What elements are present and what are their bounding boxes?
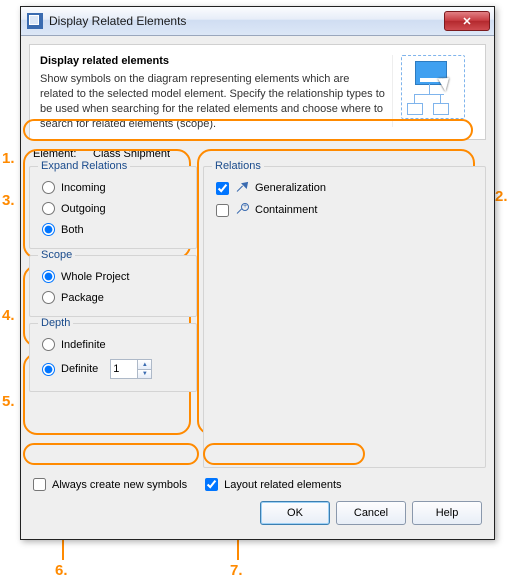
spinner-down-icon[interactable]: ▼ [138, 370, 151, 379]
radio-outgoing-label: Outgoing [61, 203, 106, 215]
radio-outgoing-input[interactable] [42, 202, 55, 215]
close-button[interactable]: ✕ [444, 11, 490, 31]
element-value: Class Shipment [93, 148, 170, 160]
group-relations: Relations Generalization + Containment [203, 166, 486, 468]
radio-definite-label: Definite [61, 363, 98, 375]
radio-incoming[interactable]: Incoming [38, 177, 188, 198]
header-graphic [392, 55, 475, 127]
check-generalization-input[interactable] [216, 182, 229, 195]
group-expand-relations: Expand Relations Incoming Outgoing Both [29, 166, 197, 249]
legend-scope: Scope [38, 249, 75, 261]
spinner-up-icon[interactable]: ▲ [138, 360, 151, 370]
callout-5: 5. [2, 393, 15, 410]
form-area: Element: Class Shipment Expand Relations… [29, 140, 486, 531]
button-row: OK Cancel Help [29, 491, 486, 531]
radio-indefinite-input[interactable] [42, 338, 55, 351]
check-layout-related[interactable]: Layout related elements [205, 478, 341, 491]
check-containment-input[interactable] [216, 204, 229, 217]
ok-button[interactable]: OK [260, 501, 330, 525]
radio-package[interactable]: Package [38, 287, 188, 308]
callout-3: 3. [2, 192, 15, 209]
element-label: Element: [33, 148, 83, 160]
check-layout-related-input[interactable] [205, 478, 218, 491]
bottom-checks: Always create new symbols Layout related… [29, 468, 486, 491]
radio-whole-project-label: Whole Project [61, 271, 129, 283]
dialog-content: Display related elements Show symbols on… [21, 36, 494, 539]
depth-spinner[interactable]: ▲ ▼ [110, 359, 152, 379]
radio-both[interactable]: Both [38, 219, 188, 240]
radio-both-input[interactable] [42, 223, 55, 236]
radio-both-label: Both [61, 224, 84, 236]
close-icon: ✕ [462, 15, 471, 28]
group-depth: Depth Indefinite Definite ▲ [29, 323, 197, 392]
help-button[interactable]: Help [412, 501, 482, 525]
generalization-icon [235, 181, 249, 195]
callout-4: 4. [2, 307, 15, 324]
radio-definite-input[interactable] [42, 363, 55, 376]
check-generalization[interactable]: Generalization [212, 177, 477, 199]
callout-6: 6. [55, 562, 68, 579]
radio-package-label: Package [61, 292, 104, 304]
callout-2: 2. [495, 188, 508, 205]
radio-package-input[interactable] [42, 291, 55, 304]
check-layout-related-label: Layout related elements [224, 479, 341, 491]
radio-incoming-label: Incoming [61, 182, 106, 194]
callout-1: 1. [2, 150, 15, 167]
check-containment-label: Containment [255, 204, 317, 216]
radio-whole-project-input[interactable] [42, 270, 55, 283]
check-always-create[interactable]: Always create new symbols [33, 478, 187, 491]
legend-relations: Relations [212, 160, 264, 172]
header-text: Display related elements Show symbols on… [40, 55, 392, 131]
radio-indefinite[interactable]: Indefinite [38, 334, 188, 355]
header-title: Display related elements [40, 55, 392, 67]
check-containment[interactable]: + Containment [212, 199, 477, 221]
group-scope: Scope Whole Project Package [29, 255, 197, 317]
check-always-create-input[interactable] [33, 478, 46, 491]
cancel-button[interactable]: Cancel [336, 501, 406, 525]
window-title: Display Related Elements [49, 14, 444, 28]
radio-definite[interactable]: Definite ▲ ▼ [38, 355, 188, 383]
header-panel: Display related elements Show symbols on… [29, 44, 486, 140]
check-always-create-label: Always create new symbols [52, 479, 187, 491]
check-generalization-label: Generalization [255, 182, 326, 194]
radio-outgoing[interactable]: Outgoing [38, 198, 188, 219]
app-icon [27, 13, 43, 29]
depth-value-input[interactable] [111, 360, 137, 378]
header-description: Show symbols on the diagram representing… [40, 72, 392, 131]
containment-icon: + [235, 203, 249, 217]
legend-depth: Depth [38, 317, 73, 329]
titlebar: Display Related Elements ✕ [21, 7, 494, 36]
legend-expand-relations: Expand Relations [38, 160, 130, 172]
callout-7: 7. [230, 562, 243, 579]
dialog-window: Display Related Elements ✕ Display relat… [20, 6, 495, 540]
radio-indefinite-label: Indefinite [61, 339, 106, 351]
radio-whole-project[interactable]: Whole Project [38, 266, 188, 287]
radio-incoming-input[interactable] [42, 181, 55, 194]
